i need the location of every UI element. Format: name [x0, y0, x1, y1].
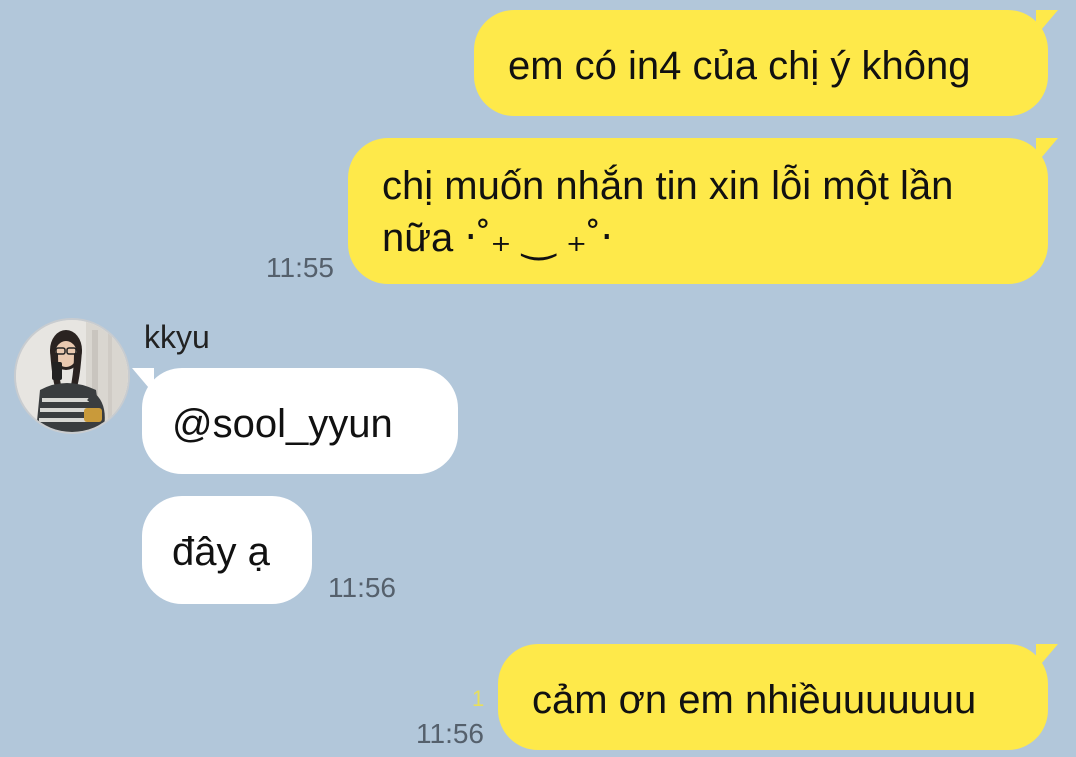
bubble-tail [1036, 644, 1058, 670]
avatar[interactable] [14, 318, 130, 434]
outgoing-message-bubble[interactable]: em có in4 của chị ý không [474, 10, 1058, 116]
profile-photo-icon [16, 320, 128, 432]
outgoing-message-bubble[interactable]: cảm ơn em nhiềuuuuuuu [498, 644, 1058, 750]
message-time: 11:56 [328, 572, 396, 603]
unread-count: 1 [472, 686, 485, 711]
message-time: 11:56 [416, 718, 484, 749]
bubble-tail [1036, 138, 1058, 164]
chat-area: em có in4 của chị ý không chị muốn nhắn … [0, 0, 1076, 757]
sender-name: kkyu [144, 319, 210, 355]
message-text: em có in4 của chị ý không [508, 44, 971, 88]
message-text: đây ạ [172, 530, 270, 574]
outgoing-message-bubble[interactable]: chị muốn nhắn tin xin lỗi một lần nữa ‧˚… [348, 138, 1058, 284]
message-text-line2: nữa ‧˚₊ ‿ ₊˚‧ [382, 216, 614, 260]
message-text: cảm ơn em nhiềuuuuuuu [532, 678, 977, 722]
bubble-tail [1036, 10, 1058, 36]
message-time: 11:55 [266, 252, 334, 283]
message-text: @sool_yyun [172, 402, 393, 446]
incoming-message-bubble[interactable]: @sool_yyun [132, 368, 458, 474]
message-text-line1: chị muốn nhắn tin xin lỗi một lần [382, 164, 954, 208]
bubble-tail [132, 368, 154, 394]
incoming-message-bubble[interactable]: đây ạ [142, 496, 312, 604]
